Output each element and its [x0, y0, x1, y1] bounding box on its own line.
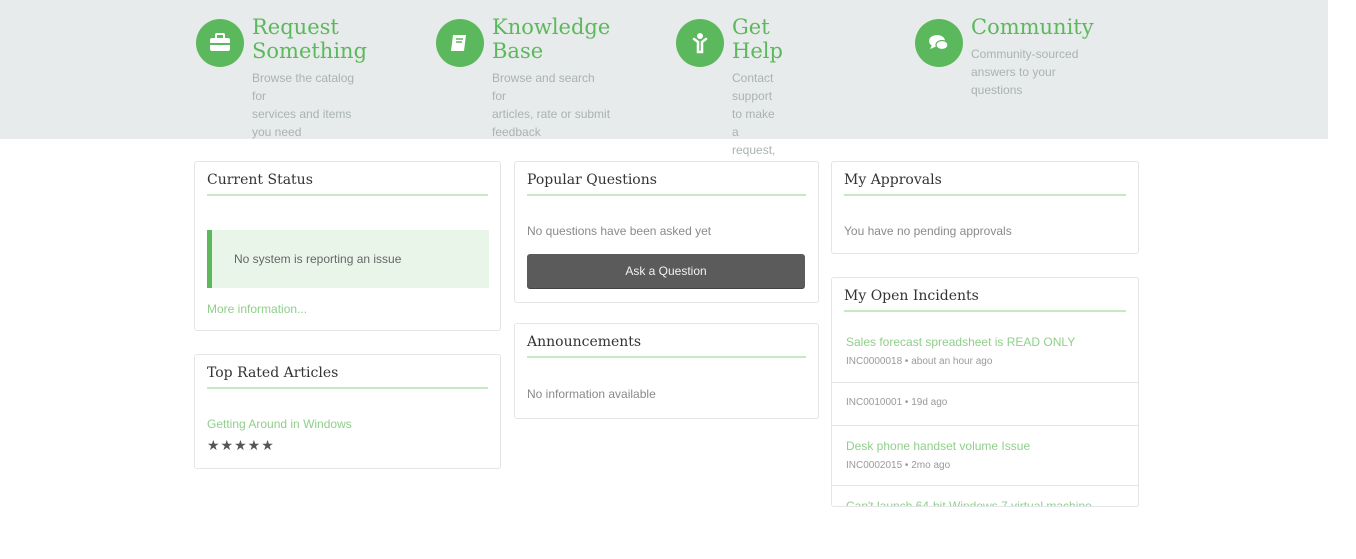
incident-title[interactable]: Can't launch 64-bit Windows 7 virtual ma…	[846, 498, 1138, 506]
incident-meta: INC0000018 • about an hour ago	[846, 356, 993, 367]
status-message: No system is reporting an issue	[207, 230, 489, 288]
card-title: My Approvals	[844, 172, 1126, 196]
incident-row[interactable]: Can't launch 64-bit Windows 7 virtual ma…	[832, 485, 1138, 506]
incident-row[interactable]: Desk phone handset volume Issue INC00020…	[832, 425, 1138, 485]
empty-state-text: You have no pending approvals	[844, 224, 1012, 238]
hero-title[interactable]: Request Something	[252, 15, 367, 63]
popular-questions-card: Popular Questions No questions have been…	[514, 161, 819, 303]
announcements-card: Announcements No information available	[514, 323, 819, 419]
my-approvals-card: My Approvals You have no pending approva…	[831, 161, 1139, 254]
hero-title[interactable]: Get Help	[732, 15, 783, 63]
hero-band: Request Something Browse the catalog for…	[0, 0, 1328, 211]
empty-state-text: No questions have been asked yet	[527, 224, 712, 238]
empty-state-text: No information available	[527, 387, 656, 401]
incident-title[interactable]: Sales forecast spreadsheet is READ ONLY	[846, 334, 1138, 350]
ask-question-button[interactable]: Ask a Question	[527, 254, 805, 288]
hero-description: Browse and search for articles, rate or …	[492, 71, 611, 139]
hero-description: Community-sourced answers to your questi…	[971, 47, 1079, 97]
card-title: Current Status	[207, 172, 488, 196]
more-information-link[interactable]: More information...	[207, 302, 307, 316]
hero-description: Browse the catalog for services and item…	[252, 71, 355, 139]
status-message-text: No system is reporting an issue	[234, 252, 402, 266]
card-title: Announcements	[527, 334, 806, 358]
article-link[interactable]: Getting Around in Windows	[207, 417, 352, 431]
card-title: Popular Questions	[527, 172, 806, 196]
my-open-incidents-card: My Open Incidents Sales forecast spreads…	[831, 277, 1139, 507]
person-help-icon	[676, 19, 724, 67]
book-icon	[436, 19, 484, 67]
current-status-card: Current Status No system is reporting an…	[194, 161, 501, 331]
incident-title[interactable]: Desk phone handset volume Issue	[846, 438, 1138, 454]
incident-row[interactable]: Sales forecast spreadsheet is READ ONLY …	[832, 322, 1138, 382]
incident-row[interactable]: INC0010001 • 19d ago	[832, 382, 1138, 425]
incident-meta: INC0002015 • 2mo ago	[846, 460, 951, 471]
card-title: My Open Incidents	[844, 288, 1126, 312]
hero-title[interactable]: Community	[971, 15, 1094, 39]
hero-title[interactable]: Knowledge Base	[492, 15, 610, 63]
chat-bubbles-icon	[915, 19, 963, 67]
top-rated-articles-card: Top Rated Articles Getting Around in Win…	[194, 354, 501, 469]
briefcase-icon	[196, 19, 244, 67]
card-title: Top Rated Articles	[207, 365, 488, 389]
star-rating: ★★★★★	[207, 437, 275, 453]
incident-meta: INC0010001 • 19d ago	[846, 397, 948, 408]
